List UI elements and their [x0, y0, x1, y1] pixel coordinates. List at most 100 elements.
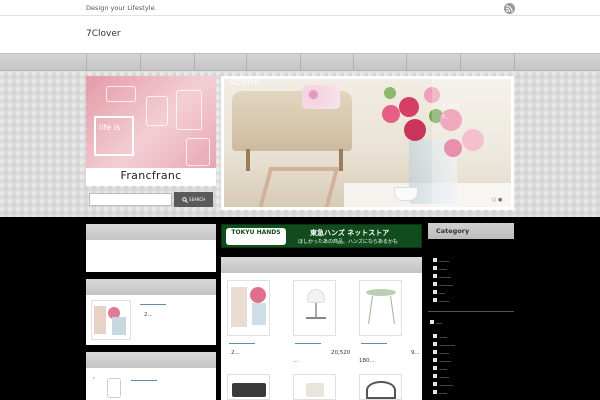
thumb-shape: [368, 296, 373, 324]
thumb-shape: [307, 289, 325, 303]
product-note: ...: [293, 358, 299, 364]
category-item[interactable]: [433, 282, 473, 287]
category-link[interactable]: [439, 385, 453, 386]
product-card[interactable]: [293, 280, 336, 336]
chair-shape: [146, 96, 168, 126]
pillow-shape: [302, 85, 340, 109]
category-item[interactable]: [433, 266, 473, 271]
slider-pager[interactable]: ○ ●: [492, 197, 502, 203]
nav-divider: [406, 54, 407, 70]
product-card[interactable]: [359, 280, 402, 336]
search-button[interactable]: SEARCH: [174, 192, 213, 207]
product-price: 20,520: [331, 350, 351, 356]
banner-subtitle: ほしかったあの商品、ハンズにならあるかも: [298, 239, 398, 245]
category-item[interactable]: [433, 374, 473, 379]
thumb-shape: [232, 383, 266, 397]
flower-shape: [399, 97, 419, 117]
product-thumbnail[interactable]: [91, 372, 131, 400]
category-link[interactable]: [439, 269, 447, 270]
thumb-shape: [250, 287, 266, 303]
thumb-shape: [112, 317, 126, 335]
bullet-icon: [433, 290, 437, 294]
category-item[interactable]: [433, 334, 473, 339]
product-link[interactable]: [229, 343, 255, 344]
sofa-leg: [339, 149, 343, 171]
chair-shape: [106, 86, 136, 102]
site-title[interactable]: 7Clover: [86, 29, 121, 39]
category-widget-header: Category: [428, 223, 514, 239]
category-link[interactable]: [439, 345, 455, 346]
thumb-shape: [252, 303, 266, 325]
product-price: 9...: [411, 350, 420, 356]
chair-shape: [186, 138, 210, 166]
thumb-shape: [306, 383, 324, 397]
flower-shape: [404, 119, 426, 141]
product-card[interactable]: [359, 374, 402, 400]
product-card[interactable]: [227, 280, 270, 336]
bullet-icon: [433, 350, 437, 354]
slide-caption: scene.: [230, 77, 263, 88]
category-item[interactable]: [433, 342, 473, 347]
category-item[interactable]: [433, 298, 473, 303]
category-divider: [428, 311, 514, 312]
category-link[interactable]: [439, 301, 449, 302]
product-card[interactable]: [293, 374, 336, 400]
product-link[interactable]: [140, 304, 166, 305]
category-link[interactable]: [436, 323, 442, 324]
category-link[interactable]: [439, 393, 447, 394]
leaf-shape: [384, 87, 396, 99]
product-link[interactable]: [131, 380, 157, 381]
category-link[interactable]: [439, 361, 451, 362]
nav-divider: [246, 54, 247, 70]
sidebar-widget: 2...: [86, 279, 216, 345]
nav-divider: [140, 54, 141, 70]
product-card[interactable]: [227, 374, 270, 400]
category-item[interactable]: [430, 320, 470, 325]
bullet-text: ・: [91, 376, 97, 382]
category-item[interactable]: [433, 350, 473, 355]
thumb-shape: [94, 306, 106, 334]
category-item[interactable]: [433, 258, 473, 263]
category-link[interactable]: [439, 277, 451, 278]
nav-divider: [194, 54, 195, 70]
category-item[interactable]: [433, 366, 473, 371]
rss-icon[interactable]: [504, 3, 515, 14]
widget-header: [86, 279, 216, 295]
category-item[interactable]: [433, 290, 473, 295]
site-tagline: Design your Lifestyle.: [86, 4, 157, 12]
bullet-icon: [433, 382, 437, 386]
category-link[interactable]: [439, 353, 449, 354]
flower-shape: [462, 129, 484, 151]
ad-photo: life is: [86, 76, 216, 168]
category-item[interactable]: [433, 358, 473, 363]
product-price: 2...: [231, 350, 240, 356]
bullet-icon: [433, 374, 437, 378]
bullet-icon: [433, 390, 437, 394]
search-input[interactable]: [89, 193, 172, 206]
category-item[interactable]: [433, 274, 473, 279]
product-note: 180...: [359, 358, 375, 364]
nav-divider: [514, 54, 515, 70]
sofa-leg: [246, 149, 250, 171]
slide-info: 2,300 F...: [442, 101, 459, 123]
product-link[interactable]: [295, 343, 321, 344]
category-link[interactable]: [439, 293, 445, 294]
category-link[interactable]: [439, 377, 449, 378]
category-item[interactable]: [433, 382, 473, 387]
product-thumbnail[interactable]: [91, 300, 131, 340]
hero-slider[interactable]: scene. 2,300 F... ○ ●: [221, 76, 514, 210]
category-item[interactable]: [433, 390, 473, 395]
category-link[interactable]: [439, 337, 447, 338]
category-link[interactable]: [439, 261, 449, 262]
banner-title: 東急ハンズ ネットストア: [310, 229, 390, 237]
tokyu-hands-banner[interactable]: TOKYU HANDS 東急ハンズ ネットストア ほしかったあの商品、ハンズにな…: [221, 224, 422, 248]
nav-divider: [353, 54, 354, 70]
bullet-icon: [433, 298, 437, 302]
category-link[interactable]: [439, 369, 447, 370]
bullet-icon: [433, 342, 437, 346]
category-link[interactable]: [439, 285, 453, 286]
product-link[interactable]: [361, 343, 387, 344]
thumb-shape: [107, 378, 121, 398]
francfranc-ad[interactable]: life is Francfranc: [86, 76, 216, 186]
widget-header: [86, 224, 216, 240]
